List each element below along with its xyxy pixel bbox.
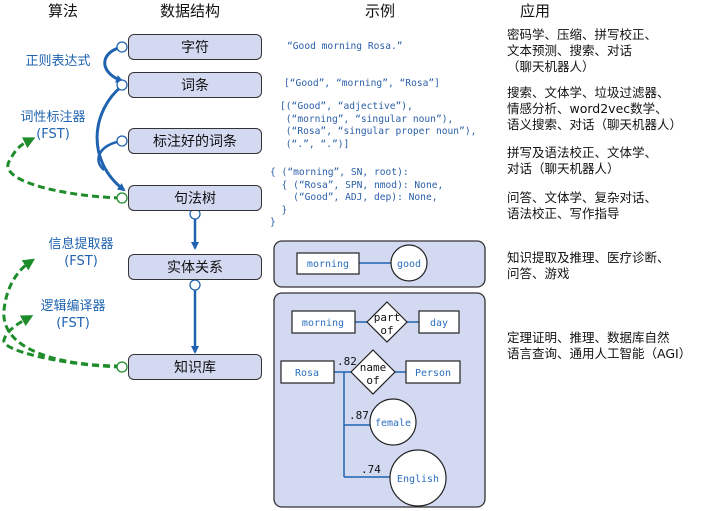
kb-relation-nameof-line2: of xyxy=(366,374,379,387)
kb-node-rosa-text: Rosa xyxy=(295,368,319,379)
ds-tagged-tokens: 标注好的词条 xyxy=(128,128,262,154)
application-entity-relation: 知识提取及推理、医疗诊断、 问答、游戏 xyxy=(507,250,670,281)
application-characters: 密码学、压缩、拼写校正、 文本预测、搜索、对话 （聊天机器人） xyxy=(507,27,658,74)
port-tree-left xyxy=(116,192,128,204)
algorithm-logic-compiler: 逻辑编译器 (FST) xyxy=(30,298,116,332)
knowledge-base-panel: morning part of day Rosa name of Person … xyxy=(273,292,486,508)
kb-weight-english: .74 xyxy=(361,463,381,476)
example-tokens: [“Good”, “morning”, “Rosa”] xyxy=(284,78,440,89)
node-morning-text: morning xyxy=(307,259,349,270)
ds-entity-relation: 实体关系 xyxy=(128,254,262,280)
kb-weight-nameof: .82 xyxy=(337,355,357,368)
port-characters xyxy=(116,41,128,53)
algorithm-pos-tagger: 词性标注器 (FST) xyxy=(12,109,94,143)
node-good-text: good xyxy=(397,259,421,270)
application-tagged: 拼写及语法校正、文体学、 对话（聊天机器人） xyxy=(507,145,658,176)
kb-node-person-text: Person xyxy=(415,368,451,379)
application-tree: 问答、文体学、复杂对话、 语法校正、写作指导 xyxy=(507,190,658,221)
algorithm-regex-label: 正则表达式 xyxy=(25,54,91,69)
kb-relation-partof-line2: of xyxy=(380,324,393,337)
kb-node-morning-text: morning xyxy=(302,318,344,329)
algorithm-logic-compiler-fst: (FST) xyxy=(56,316,90,331)
example-tree: { (“morning”, SN, root): { (“Rosa”, SPN,… xyxy=(270,167,444,228)
kb-relation-partof-line1: part xyxy=(374,311,401,324)
port-tokens xyxy=(116,79,128,91)
example-tagged: [(“Good”, “adjective”), (“morning”, “sin… xyxy=(280,101,477,150)
algorithm-info-extractor: 信息提取器 (FST) xyxy=(38,236,124,270)
arrow-regex xyxy=(103,45,124,83)
port-tagged xyxy=(116,135,128,147)
kb-node-english-text: English xyxy=(397,474,439,485)
application-tokens: 搜索、文体学、垃圾过滤器、 情感分析、word2vec数学、 语义搜索、对话（聊… xyxy=(507,85,683,132)
example-characters: “Good morning Rosa.” xyxy=(287,41,403,52)
ds-syntax-tree: 句法树 xyxy=(128,185,262,211)
entity-relation-panel: morning good xyxy=(273,240,486,288)
port-kb-left xyxy=(116,361,128,373)
algorithm-pos-tagger-fst: (FST) xyxy=(36,127,70,142)
ds-knowledge-base: 知识库 xyxy=(128,354,262,380)
kb-node-day-text: day xyxy=(430,318,448,329)
kb-node-female-text: female xyxy=(375,418,411,429)
ds-characters: 字符 xyxy=(128,34,262,60)
ds-tokens: 词条 xyxy=(128,72,262,98)
port-entity-bottom xyxy=(189,279,201,291)
algorithm-regex: 正则表达式 xyxy=(18,53,98,70)
algorithm-pos-tagger-label: 词性标注器 xyxy=(20,110,86,125)
application-knowledge-base: 定理证明、推理、数据库自然 语言查询、通用人工智能（AGI） xyxy=(507,330,692,361)
algorithm-logic-compiler-label: 逻辑编译器 xyxy=(40,299,106,314)
algorithm-info-extractor-label: 信息提取器 xyxy=(48,237,114,252)
kb-relation-nameof-line1: name xyxy=(360,361,387,374)
algorithm-info-extractor-fst: (FST) xyxy=(64,254,98,269)
kb-weight-female: .87 xyxy=(349,409,369,422)
